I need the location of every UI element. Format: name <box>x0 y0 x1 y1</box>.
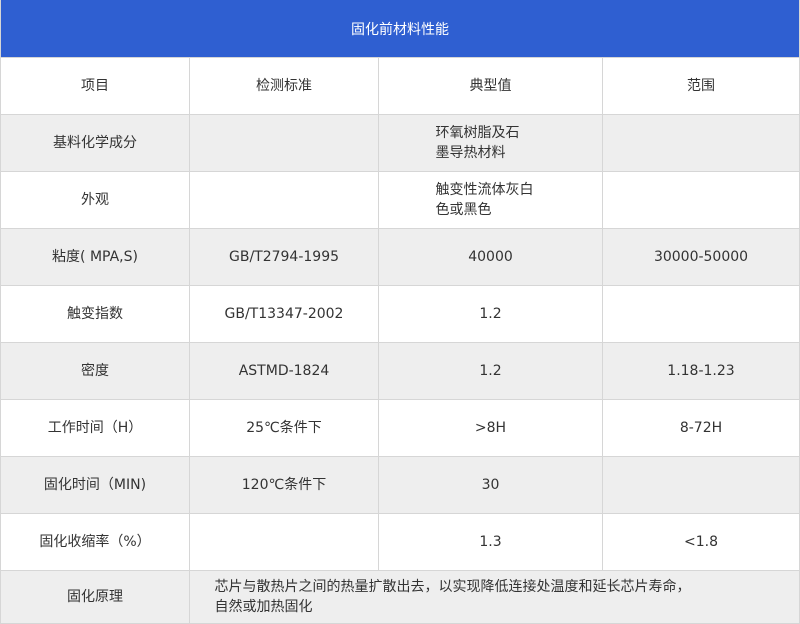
row-range <box>603 457 799 513</box>
row-item: 粘度( MPA,S) <box>1 229 190 285</box>
table-row: 粘度( MPA,S) GB/T2794-1995 40000 30000-500… <box>1 228 799 285</box>
row-typical-text: 触变性流体灰白 色或黑色 <box>435 182 534 218</box>
row-standard: 120℃条件下 <box>190 457 379 513</box>
row-item: 工作时间（H） <box>1 400 190 456</box>
row-standard: GB/T2794-1995 <box>190 229 379 285</box>
header-row: 项目 检测标准 典型值 范围 <box>1 57 799 114</box>
row-typical: 触变性流体灰白 色或黑色 <box>379 172 603 228</box>
row-range: <1.8 <box>684 534 718 550</box>
row-typical: 1.2 <box>379 343 603 399</box>
header-typical: 典型值 <box>379 58 603 114</box>
table-row: 固化时间（MIN) 120℃条件下 30 <box>1 456 799 513</box>
table-row: 工作时间（H） 25℃条件下 >8H 8-72H <box>1 399 799 456</box>
row-typical: 30 <box>379 457 603 513</box>
row-range: 1.18-1.23 <box>603 343 799 399</box>
header-standard: 检测标准 <box>190 58 379 114</box>
row-range <box>603 115 799 171</box>
row-item: 固化收缩率（%） <box>1 514 190 570</box>
row-typical: 1.2 <box>379 286 603 342</box>
row-range: 30000-50000 <box>603 229 799 285</box>
row-item: 触变指数 <box>1 286 190 342</box>
row-standard: GB/T13347-2002 <box>190 286 379 342</box>
table-row: 固化收缩率（%） 1.3 <1.8 <box>1 513 799 570</box>
table-row: 触变指数 GB/T13347-2002 1.2 <box>1 285 799 342</box>
row-item: 外观 <box>1 172 190 228</box>
row-item: 基料化学成分 <box>1 115 190 171</box>
row-item: 密度 <box>1 343 190 399</box>
row-range: 8-72H <box>679 420 723 436</box>
table-title: 固化前材料性能 <box>1 0 799 57</box>
row-standard: ASTMD-1824 <box>190 343 379 399</box>
row-standard <box>190 172 379 228</box>
row-typical: 环氧树脂及石 墨导热材料 <box>379 115 603 171</box>
row-typical: 40000 <box>379 229 603 285</box>
row-item: 固化时间（MIN) <box>1 457 190 513</box>
row-typical: >8H <box>379 400 603 456</box>
table-row: 密度 ASTMD-1824 1.2 1.18-1.23 <box>1 342 799 399</box>
table-row: 基料化学成分 环氧树脂及石 墨导热材料 <box>1 114 799 171</box>
row-range <box>603 172 799 228</box>
row-range <box>603 286 799 342</box>
header-range: 范围 <box>687 78 715 94</box>
principle-text: 芯片与散热片之间的热量扩散出去，以实现降低连接处温度和延长芯片寿命， 自然或加热… <box>214 579 691 615</box>
properties-table: 固化前材料性能 项目 检测标准 典型值 范围 基料化学成分 环氧树脂及石 墨导热… <box>0 0 800 624</box>
principle-row: 固化原理 芯片与散热片之间的热量扩散出去，以实现降低连接处温度和延长芯片寿命， … <box>1 570 799 624</box>
row-typical: 1.3 <box>379 514 603 570</box>
row-standard <box>190 514 379 570</box>
row-standard <box>190 115 379 171</box>
principle-label: 固化原理 <box>1 571 190 623</box>
table-row: 外观 触变性流体灰白 色或黑色 <box>1 171 799 228</box>
principle-cell: 芯片与散热片之间的热量扩散出去，以实现降低连接处温度和延长芯片寿命， 自然或加热… <box>190 571 799 623</box>
row-typical-text: 环氧树脂及石 墨导热材料 <box>435 125 520 161</box>
header-item: 项目 <box>1 58 190 114</box>
row-standard: 25℃条件下 <box>190 400 379 456</box>
